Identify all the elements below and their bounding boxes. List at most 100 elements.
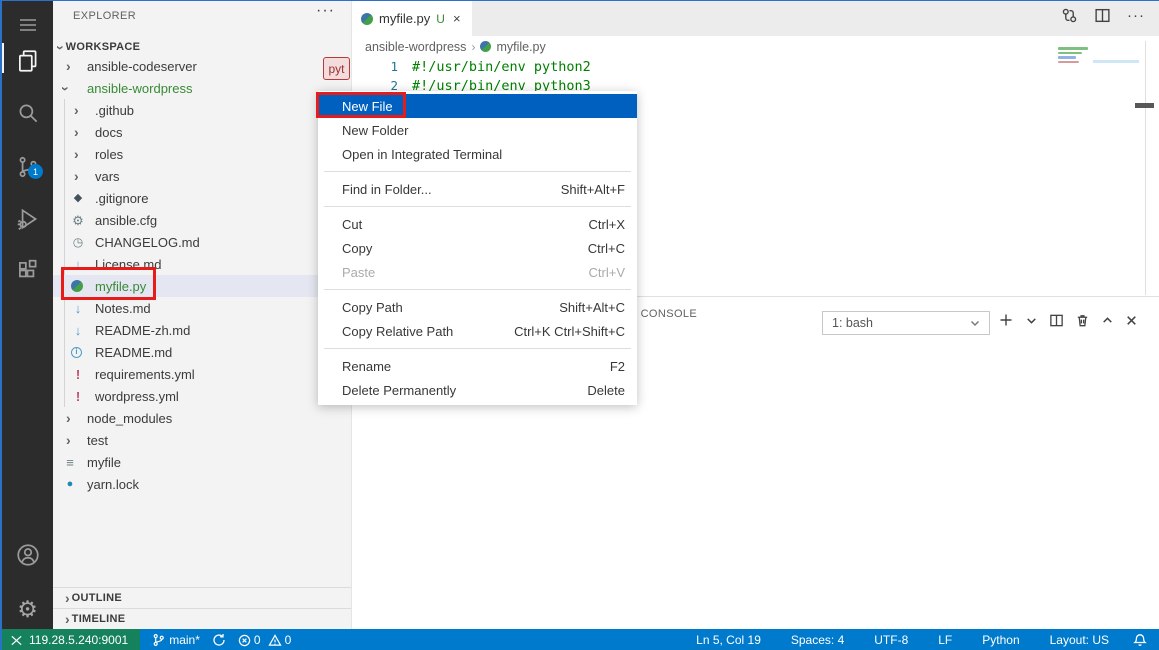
- cursor-position[interactable]: Ln 5, Col 19: [690, 633, 767, 647]
- tree-item-label: docs: [95, 125, 122, 140]
- run-debug-icon[interactable]: [2, 199, 53, 239]
- tree-item-yarn-lock[interactable]: ●yarn.lock: [53, 473, 351, 495]
- vscode-window: { "activity_bar": { "scm_badge": "1", "i…: [0, 0, 1159, 650]
- tree-item-wordpress-yml[interactable]: !wordpress.yml: [53, 385, 351, 407]
- tree-item-node-modules[interactable]: ›node_modules: [53, 407, 351, 429]
- chevron-down-icon[interactable]: [1025, 314, 1038, 327]
- minimap-line: [1058, 61, 1079, 64]
- source-control-icon[interactable]: [2, 147, 53, 187]
- tree-item-test[interactable]: ›test: [53, 429, 351, 451]
- tree-item-changelog-md[interactable]: ◷CHANGELOG.md: [53, 231, 351, 253]
- code-line: 1 #!/usr/bin/env python2: [353, 57, 1159, 76]
- chevron-up-icon[interactable]: [1101, 314, 1114, 327]
- warning-icon: [268, 634, 282, 647]
- menu-item-find-in-folder-[interactable]: Find in Folder...Shift+Alt+F: [318, 177, 637, 201]
- encoding[interactable]: UTF-8: [868, 633, 914, 647]
- editor-actions: ···: [1061, 7, 1145, 24]
- indentation[interactable]: Spaces: 4: [785, 633, 850, 647]
- extensions-icon[interactable]: [2, 251, 53, 291]
- tab-close-icon[interactable]: ×: [453, 11, 461, 26]
- keyboard-layout[interactable]: Layout: US: [1044, 633, 1115, 647]
- breadcrumb-folder[interactable]: ansible-wordpress: [365, 40, 466, 54]
- remote-indicator[interactable]: 119.28.5.240:9001: [2, 629, 140, 650]
- menu-item-new-folder[interactable]: New Folder: [318, 118, 637, 142]
- tree-item-label: myfile: [87, 455, 121, 470]
- tree-item--github[interactable]: ›.github: [53, 99, 351, 121]
- drag-ghost-label: pyt: [323, 57, 350, 80]
- tree-item-docs[interactable]: ›docs: [53, 121, 351, 143]
- chevron-down-icon: [969, 317, 981, 329]
- tree-item-myfile[interactable]: ≡myfile: [53, 451, 351, 473]
- tree-item-requirements-yml[interactable]: !requirements.yml: [53, 363, 351, 385]
- tree-item--gitignore[interactable]: ◆.gitignore: [53, 187, 351, 209]
- tree-item-license-md[interactable]: ↓License.md: [53, 253, 351, 275]
- breadcrumb-file[interactable]: myfile.py: [496, 40, 545, 54]
- trash-icon[interactable]: [1075, 313, 1090, 328]
- tree-item-ansible-cfg[interactable]: ⚙ansible.cfg: [53, 209, 351, 231]
- menu-item-cut[interactable]: CutCtrl+X: [318, 212, 637, 236]
- breadcrumb: ansible-wordpress › myfile.py: [365, 36, 546, 57]
- menu-item-label: Paste: [342, 265, 589, 280]
- menu-item-label: Find in Folder...: [342, 182, 561, 197]
- problems-item[interactable]: 0 0: [232, 629, 297, 650]
- menu-item-copy[interactable]: CopyCtrl+C: [318, 236, 637, 260]
- minimap-current-line: [1093, 60, 1139, 63]
- tree-item-label: yarn.lock: [87, 477, 139, 492]
- timeline-section-header[interactable]: › TIMELINE: [53, 608, 351, 629]
- eol-sequence[interactable]: LF: [932, 633, 958, 647]
- tab-myfile-py[interactable]: myfile.py U ×: [353, 1, 472, 36]
- menu-item-copy-path[interactable]: Copy PathShift+Alt+C: [318, 295, 637, 319]
- explorer-icon[interactable]: [2, 41, 53, 81]
- menu-separator: [324, 289, 631, 290]
- tree-item-myfile-py[interactable]: myfile.py: [53, 275, 351, 297]
- menu-item-shortcut: Ctrl+V: [589, 265, 625, 280]
- open-changes-icon[interactable]: [1061, 7, 1078, 24]
- scrollbar-slider[interactable]: [1135, 103, 1154, 108]
- menu-item-copy-relative-path[interactable]: Copy Relative PathCtrl+K Ctrl+Shift+C: [318, 319, 637, 343]
- tree-item-ansible-wordpress[interactable]: ›ansible-wordpress: [53, 77, 351, 99]
- language-mode[interactable]: Python: [976, 633, 1025, 647]
- tree-item-vars[interactable]: ›vars: [53, 165, 351, 187]
- tree-item-label: test: [87, 433, 108, 448]
- status-bar-left: 119.28.5.240:9001 main* 0 0: [2, 629, 690, 650]
- menu-item-shortcut: Shift+Alt+C: [559, 300, 625, 315]
- outline-label: OUTLINE: [72, 592, 122, 604]
- close-panel-icon[interactable]: [1125, 314, 1138, 327]
- menu-item-shortcut: F2: [610, 359, 625, 374]
- tree-item-roles[interactable]: ›roles: [53, 143, 351, 165]
- menu-item-open-in-integrated-terminal[interactable]: Open in Integrated Terminal: [318, 142, 637, 166]
- settings-gear-icon[interactable]: ⚙: [2, 589, 53, 629]
- menu-item-label: Rename: [342, 359, 610, 374]
- new-terminal-icon[interactable]: [998, 312, 1014, 328]
- tree-item-label: README-zh.md: [95, 323, 190, 338]
- tree-item-ansible-codeserver[interactable]: ›ansible-codeserver: [53, 55, 351, 77]
- code-area[interactable]: 1 #!/usr/bin/env python2 2 #!/usr/bin/en…: [353, 57, 1159, 95]
- minimap-border: [1145, 41, 1146, 295]
- split-editor-icon[interactable]: [1094, 7, 1111, 24]
- error-count: 0: [254, 633, 261, 647]
- git-branch-item[interactable]: main*: [146, 629, 206, 650]
- chevron-right-icon: ›: [71, 103, 79, 117]
- outline-section-header[interactable]: › OUTLINE: [53, 587, 351, 608]
- tree-item-readme-md[interactable]: iREADME.md: [53, 341, 351, 363]
- tree-item-label: CHANGELOG.md: [95, 235, 200, 250]
- search-icon[interactable]: [2, 93, 53, 133]
- menu-icon[interactable]: [2, 5, 53, 45]
- split-terminal-icon[interactable]: [1049, 313, 1064, 328]
- tree-item-readme-zh-md[interactable]: ↓README-zh.md: [53, 319, 351, 341]
- python-icon: [71, 280, 83, 292]
- explorer-more-actions-icon[interactable]: ···: [316, 2, 335, 20]
- workspace-section-header[interactable]: › WORKSPACE: [53, 37, 351, 57]
- bell-icon[interactable]: [1133, 633, 1147, 647]
- warning-count: 0: [285, 633, 292, 647]
- more-actions-icon[interactable]: ···: [1127, 7, 1145, 24]
- tree-item-notes-md[interactable]: ↓Notes.md: [53, 297, 351, 319]
- sync-item[interactable]: [206, 629, 232, 650]
- menu-item-label: Copy Path: [342, 300, 559, 315]
- terminal-select[interactable]: 1: bash: [822, 311, 990, 335]
- account-icon[interactable]: [2, 535, 53, 575]
- menu-item-new-file[interactable]: New File: [318, 94, 637, 118]
- minimap-line: [1058, 56, 1076, 59]
- menu-item-rename[interactable]: RenameF2: [318, 354, 637, 378]
- menu-item-delete-permanently[interactable]: Delete PermanentlyDelete: [318, 378, 637, 402]
